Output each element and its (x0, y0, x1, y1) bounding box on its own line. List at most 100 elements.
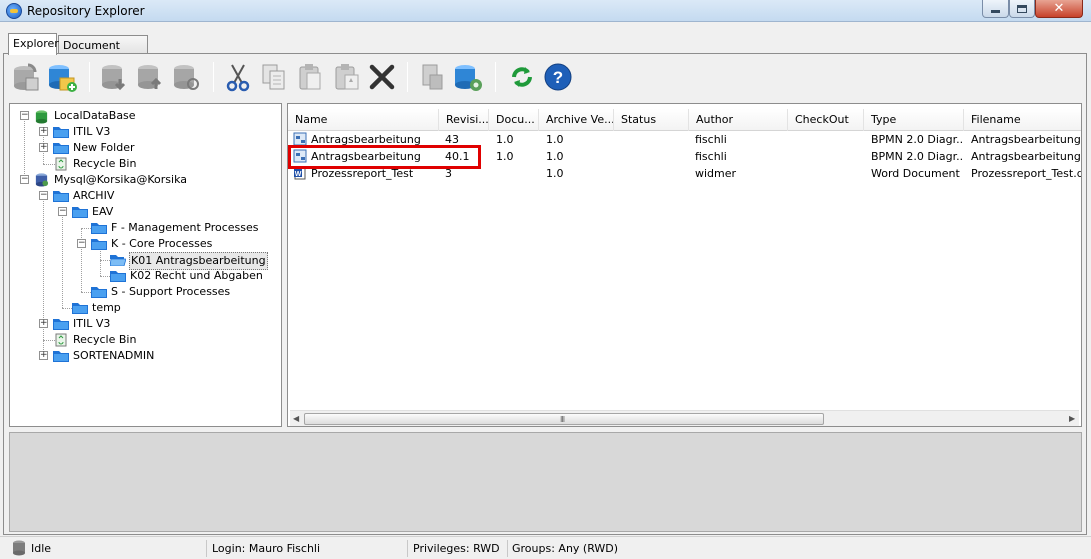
folder-icon (91, 239, 107, 250)
cut-button[interactable] (221, 58, 255, 96)
tree-line (43, 196, 44, 356)
cell-author: widmer (695, 167, 737, 180)
tree-expand-toggle[interactable]: + (39, 127, 48, 136)
tab-strip: Explorer Document Finder (0, 22, 1091, 65)
refresh-database-button[interactable] (169, 58, 203, 96)
tab-explorer[interactable]: Explorer (8, 33, 59, 55)
column-header-status[interactable]: Status (614, 109, 689, 131)
delete-icon (369, 64, 395, 90)
cell-filename: Prozessreport_Test.doc (971, 167, 1081, 180)
tree-line (24, 116, 25, 180)
app-icon (6, 3, 22, 19)
folder-icon (53, 191, 69, 202)
help-icon: ? (544, 63, 572, 91)
visio-document-icon (293, 132, 307, 146)
refresh-db-icon (174, 65, 199, 90)
mysql-database-icon (35, 173, 49, 187)
column-header-revision[interactable]: Revisi... (439, 109, 489, 131)
repository-tree[interactable]: − LocalDataBase + ITIL V3 + New Folder R… (9, 103, 282, 427)
maximize-icon (1017, 4, 1027, 13)
paste-special-icon (335, 64, 359, 90)
folder-icon (53, 127, 69, 138)
folder-icon (91, 223, 107, 234)
minimize-button[interactable] (982, 0, 1009, 18)
cell-document-version: 1.0 (496, 150, 514, 163)
window-title: Repository Explorer (27, 4, 145, 18)
download-button[interactable] (97, 58, 131, 96)
cell-archive-version: 1.0 (546, 167, 564, 180)
paste-special-button[interactable] (329, 58, 363, 96)
open-folder-icon (110, 255, 126, 266)
database-settings-button[interactable] (451, 58, 485, 96)
download-icon (102, 65, 126, 91)
tree-collapse-toggle[interactable]: − (58, 207, 67, 216)
cell-type: Word Document (871, 167, 960, 180)
scroll-right-icon[interactable]: ▶ (1069, 414, 1075, 423)
status-state: Idle (27, 540, 207, 557)
checkout-db-button[interactable] (9, 58, 43, 96)
scrollbar-grip: III (560, 415, 565, 424)
recycle-bin-icon (55, 157, 67, 171)
toolbar: ? (9, 58, 1079, 100)
db-settings-icon (455, 65, 482, 91)
scroll-left-icon[interactable]: ◀ (293, 414, 299, 423)
upload-button[interactable] (133, 58, 167, 96)
folder-icon (110, 271, 126, 282)
paste-button[interactable] (293, 58, 327, 96)
folder-icon (53, 143, 69, 154)
document-lock-button[interactable] (415, 58, 449, 96)
tree-line (62, 212, 63, 308)
add-db-icon (49, 65, 77, 92)
highlight-annotation (288, 145, 481, 169)
tree-collapse-toggle[interactable]: − (77, 239, 86, 248)
toolbar-separator (407, 62, 408, 92)
column-header-type[interactable]: Type (864, 109, 964, 131)
copy-icon (262, 64, 285, 90)
toolbar-separator (495, 62, 496, 92)
close-button[interactable]: ✕ (1035, 0, 1083, 18)
folder-icon (53, 319, 69, 330)
column-header-archive-version[interactable]: Archive Ve... (539, 109, 614, 131)
cell-type: BPMN 2.0 Diagr... (871, 133, 963, 146)
checkout-db-icon (14, 63, 39, 91)
tab-document-finder[interactable]: Document Finder (58, 35, 148, 65)
cell-type: BPMN 2.0 Diagr... (871, 150, 963, 163)
tree-expand-toggle[interactable]: + (39, 319, 48, 328)
column-header-author[interactable]: Author (689, 109, 788, 131)
delete-button[interactable] (365, 58, 399, 96)
column-header-name[interactable]: Name (288, 109, 439, 131)
add-database-button[interactable] (45, 58, 79, 96)
folder-icon (72, 303, 88, 314)
tree-collapse-toggle[interactable]: − (39, 191, 48, 200)
cell-document-version: 1.0 (496, 133, 514, 146)
database-status-icon (13, 540, 25, 556)
refresh-button[interactable] (505, 58, 539, 96)
status-privileges: Privileges: RWD (409, 540, 508, 557)
column-header-document[interactable]: Docu... (489, 109, 539, 131)
doc-lock-icon (422, 64, 443, 90)
local-database-icon (35, 110, 48, 124)
cut-icon (226, 64, 250, 92)
refresh-icon (512, 67, 532, 87)
status-login: Login: Mauro Fischli (208, 540, 408, 557)
maximize-button[interactable] (1009, 0, 1035, 18)
tree-collapse-toggle[interactable]: − (20, 111, 29, 120)
close-icon: ✕ (1053, 1, 1065, 16)
svg-text:?: ? (553, 68, 563, 87)
cell-filename: Antragsbearbeitung.vsd (971, 133, 1081, 146)
column-header-checkout[interactable]: CheckOut (788, 109, 864, 131)
title-bar: Repository Explorer ✕ (0, 0, 1091, 22)
copy-button[interactable] (257, 58, 291, 96)
status-groups: Groups: Any (RWD) (512, 542, 619, 555)
preview-panel (9, 432, 1082, 532)
tree-expand-toggle[interactable]: + (39, 351, 48, 360)
cell-author: fischli (695, 150, 727, 163)
horizontal-scrollbar[interactable]: ◀ III ▶ (290, 410, 1079, 426)
tree-collapse-toggle[interactable]: − (20, 175, 29, 184)
folder-icon (72, 207, 88, 218)
help-button[interactable]: ? (541, 58, 575, 96)
tree-expand-toggle[interactable]: + (39, 143, 48, 152)
column-header-filename[interactable]: Filename (964, 109, 1081, 131)
scrollbar-thumb[interactable]: III (304, 413, 824, 425)
folder-icon (91, 287, 107, 298)
